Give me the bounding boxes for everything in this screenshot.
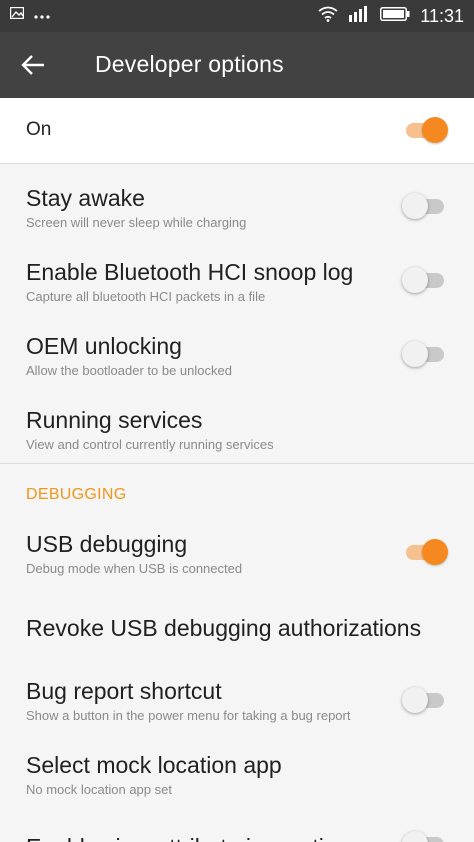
toolbar: Developer options	[0, 32, 474, 98]
stay-awake-switch[interactable]	[402, 192, 446, 220]
bug-report-shortcut-summary: Show a button in the power menu for taki…	[26, 708, 351, 723]
page-title: Developer options	[95, 51, 284, 77]
view-attribute-inspection-title: Enable view attribute inspection	[26, 834, 349, 842]
bug-report-shortcut-row[interactable]: Bug report shortcut Show a button in the…	[0, 662, 474, 736]
master-switch-label: On	[26, 119, 52, 140]
mock-location-app-title: Select mock location app	[26, 752, 282, 778]
running-services-row[interactable]: Running services View and control curren…	[0, 386, 474, 462]
mock-location-app-summary: No mock location app set	[26, 782, 172, 797]
image-notification-icon	[9, 6, 25, 24]
bug-report-shortcut-switch[interactable]	[402, 686, 446, 714]
stay-awake-title: Stay awake	[26, 185, 145, 211]
signal-icon	[348, 5, 370, 27]
status-time: 11:31	[420, 6, 464, 26]
bug-report-shortcut-title: Bug report shortcut	[26, 678, 222, 704]
oem-unlocking-summary: Allow the bootloader to be unlocked	[26, 363, 232, 378]
bluetooth-hci-switch[interactable]	[402, 266, 446, 294]
master-switch-toggle[interactable]	[402, 116, 448, 144]
divider	[0, 463, 474, 464]
view-attribute-inspection-row[interactable]: Enable view attribute inspection	[0, 810, 474, 842]
master-switch-row[interactable]: On	[0, 98, 474, 163]
usb-debugging-summary: Debug mode when USB is connected	[26, 561, 243, 576]
view-attribute-inspection-switch[interactable]	[402, 830, 446, 842]
stay-awake-row[interactable]: Stay awake Screen will never sleep while…	[0, 164, 474, 238]
revoke-usb-authorizations-row[interactable]: Revoke USB debugging authorizations	[0, 590, 474, 662]
usb-debugging-switch[interactable]	[402, 538, 448, 566]
arrow-left-icon	[21, 55, 44, 75]
running-services-title: Running services	[26, 407, 203, 433]
oem-unlocking-row[interactable]: OEM unlocking Allow the bootloader to be…	[0, 312, 474, 386]
usb-debugging-title: USB debugging	[26, 531, 188, 557]
more-notifications-icon	[34, 6, 50, 24]
stay-awake-summary: Screen will never sleep while charging	[26, 215, 247, 230]
bluetooth-hci-title: Enable Bluetooth HCI snoop log	[26, 259, 354, 285]
back-button[interactable]	[14, 45, 54, 85]
revoke-usb-authorizations-title: Revoke USB debugging authorizations	[26, 615, 422, 641]
usb-debugging-row[interactable]: USB debugging Debug mode when USB is con…	[0, 512, 474, 590]
oem-unlocking-switch[interactable]	[402, 340, 446, 368]
section-header-debugging: DEBUGGING	[26, 486, 127, 503]
bluetooth-hci-summary: Capture all bluetooth HCI packets in a f…	[26, 289, 266, 304]
bluetooth-hci-row[interactable]: Enable Bluetooth HCI snoop log Capture a…	[0, 238, 474, 312]
running-services-summary: View and control currently running servi…	[26, 437, 274, 452]
status-bar: 11:31	[0, 0, 474, 32]
wifi-icon	[318, 6, 338, 27]
mock-location-app-row[interactable]: Select mock location app No mock locatio…	[0, 736, 474, 810]
battery-icon	[380, 6, 410, 26]
oem-unlocking-title: OEM unlocking	[26, 333, 182, 359]
